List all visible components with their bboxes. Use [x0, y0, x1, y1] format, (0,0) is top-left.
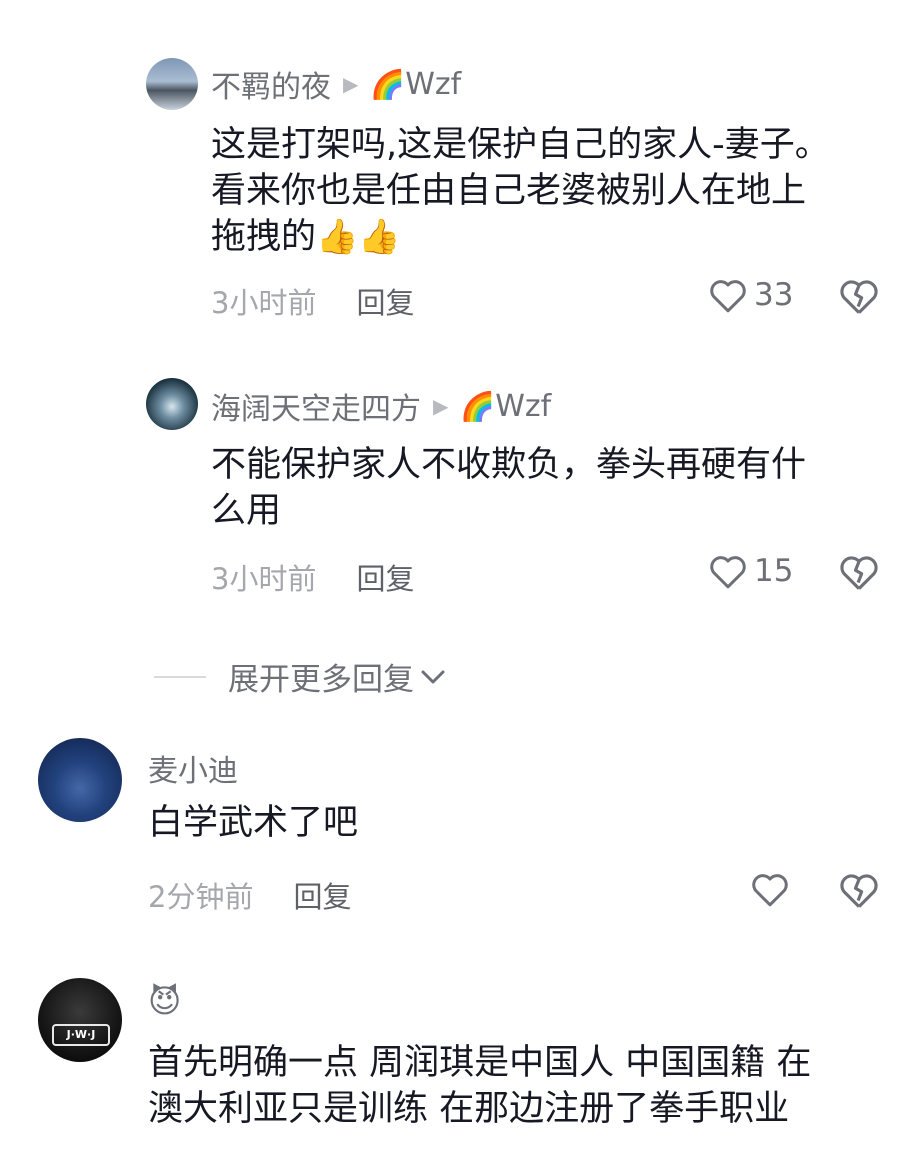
text-line: 首先明确一点 周润琪是中国人 中国国籍 在 [148, 1043, 812, 1083]
avatar[interactable]: J·W·J [38, 978, 122, 1062]
expand-label: 展开更多回复 [228, 662, 414, 698]
text-line: 澳大利亚只是训练 在那边注册了拳手职业 [148, 1089, 790, 1129]
reply-button[interactable]: 回复 [356, 280, 414, 322]
reply-button[interactable]: 回复 [293, 874, 351, 916]
text-line: 么用 [211, 491, 282, 531]
timestamp: 3小时前 [211, 562, 317, 596]
author-row: 麦小迪 [148, 746, 238, 790]
reply-to-name: Wzf [405, 66, 462, 102]
timestamp: 2分钟前 [148, 880, 254, 914]
comment-meta: 3小时前 回复 [211, 280, 414, 322]
chevron-down-icon [421, 670, 445, 683]
broken-heart-icon[interactable] [838, 276, 880, 316]
like-button[interactable]: 33 [708, 276, 793, 314]
like-count: 15 [754, 553, 794, 589]
devil-emoji-author[interactable]: 😈 [148, 982, 181, 1020]
heart-icon[interactable] [750, 870, 790, 908]
author-name[interactable]: 麦小迪 [148, 746, 238, 790]
comment-text: 这是打架吗,这是保护自己的家人-妻子。 看来你也是任由自己老婆被别人在地上 拖拽… [211, 122, 830, 260]
reply-to-name: Wzf [495, 388, 552, 424]
text-line: 看来你也是任由自己老婆被别人在地上 [211, 171, 807, 211]
text-line: 这是打架吗,这是保护自己的家人-妻子。 [211, 125, 830, 165]
rainbow-icon: 🌈 [460, 389, 496, 423]
heart-icon [710, 280, 746, 313]
heart-icon [710, 556, 746, 589]
author-name[interactable]: 不羁的夜 [211, 62, 331, 106]
comment-meta: 3小时前 回复 [211, 556, 414, 598]
broken-heart-icon[interactable] [838, 870, 880, 910]
thumbs-up-emoji: 👍👍 [316, 217, 401, 257]
text-line: 白学武术了吧 [148, 803, 359, 843]
reply-arrow-icon: ▶ [433, 394, 449, 418]
text-line: 拖拽的👍👍 [211, 214, 830, 260]
like-button[interactable]: 15 [708, 552, 793, 590]
reply-to-user[interactable]: 🌈Wzf [460, 389, 551, 424]
author-name[interactable]: 海阔天空走四方 [211, 384, 421, 428]
author-row: 😈 [148, 982, 181, 1020]
avatar-logo: J·W·J [52, 1024, 110, 1046]
broken-heart-icon[interactable] [838, 552, 880, 592]
author-row: 不羁的夜 ▶ 🌈Wzf [211, 62, 461, 106]
avatar[interactable] [146, 378, 198, 430]
reply-button[interactable]: 回复 [356, 556, 414, 598]
comment-text: 白学武术了吧 [148, 800, 358, 846]
timestamp: 3小时前 [211, 286, 317, 320]
reply-arrow-icon: ▶ [343, 72, 359, 96]
comment-text: 不能保护家人不收欺负，拳头再硬有什 么用 [211, 442, 806, 534]
divider-line [154, 675, 206, 678]
reply-to-user[interactable]: 🌈Wzf [370, 67, 461, 102]
text-line-part: 拖拽的 [211, 217, 317, 257]
expand-replies-button[interactable]: 展开更多回复 [154, 654, 448, 699]
rainbow-icon: 🌈 [370, 67, 406, 101]
comment-text: 首先明确一点 周润琪是中国人 中国国籍 在 澳大利亚只是训练 在那边注册了拳手职… [148, 1040, 811, 1132]
comment-meta: 2分钟前 回复 [148, 874, 351, 916]
author-row: 海阔天空走四方 ▶ 🌈Wzf [211, 384, 551, 428]
text-line: 不能保护家人不收欺负，拳头再硬有什 [211, 445, 807, 485]
avatar[interactable] [146, 58, 198, 110]
avatar[interactable] [38, 738, 122, 822]
like-count: 33 [754, 277, 794, 313]
